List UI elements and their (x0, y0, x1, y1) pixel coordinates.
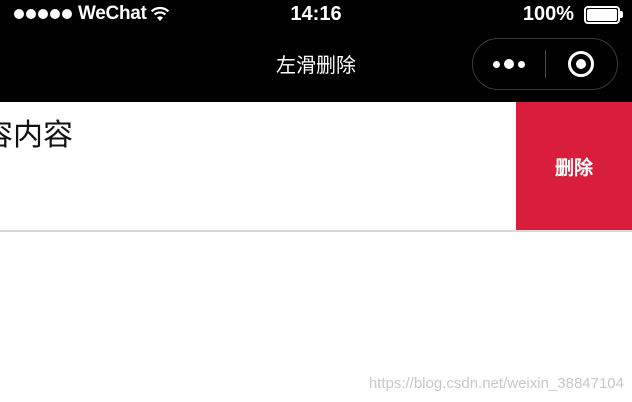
battery-tip (620, 11, 623, 18)
more-dots-icon (492, 60, 500, 68)
target-close-icon-core (576, 59, 587, 69)
battery-fill (587, 9, 617, 21)
battery-icon (584, 6, 623, 24)
battery-percent: 100% (522, 2, 574, 25)
close-button[interactable] (546, 39, 618, 89)
list-item-content: 容内容 (0, 118, 73, 153)
watermark: https://blog.csdn.net/weixin_38847104 (368, 375, 624, 392)
navigation-bar: 左滑删除 (0, 28, 632, 102)
delete-button[interactable]: 删除 (516, 102, 632, 230)
list-item[interactable]: 容内容 删除 (0, 102, 632, 232)
more-button[interactable] (473, 39, 545, 89)
more-dots-icon (517, 60, 525, 68)
status-bar: WeChat 14:16 100% (0, 0, 632, 28)
more-dots-icon (503, 59, 514, 69)
menu-capsule (472, 38, 618, 90)
status-right: 100% (522, 0, 623, 28)
app-screen: WeChat 14:16 100% 左滑删除 内容 删除 https://blo… (0, 0, 632, 402)
target-close-icon (568, 51, 595, 77)
